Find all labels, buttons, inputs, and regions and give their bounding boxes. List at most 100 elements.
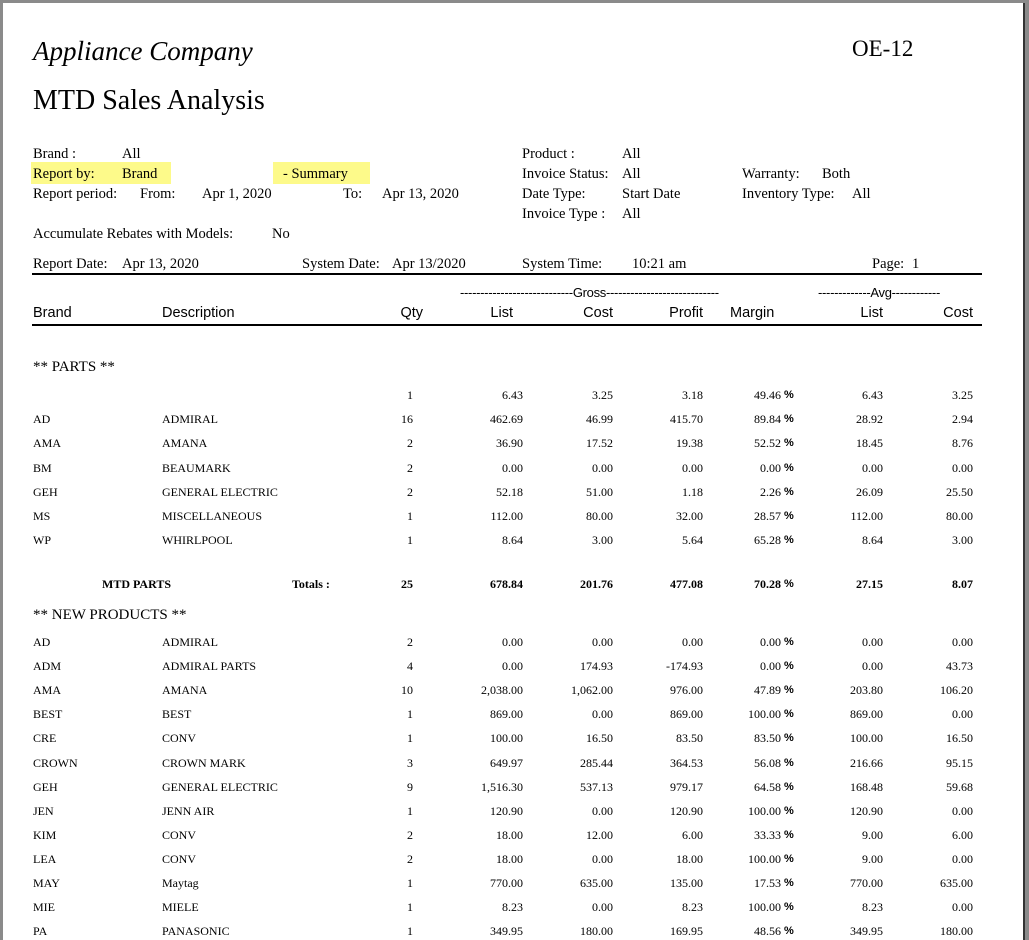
parts-total-list: 678.84: [490, 577, 523, 591]
system-time-value: 10:21 am: [632, 256, 687, 272]
to-value: Apr 13, 2020: [382, 186, 459, 202]
invoice-status-value: All: [622, 166, 641, 182]
row-list: 649.97: [490, 755, 523, 770]
row-description: AMANA: [162, 436, 208, 451]
row-brand: AD: [33, 412, 51, 427]
row-qty: 1: [407, 388, 413, 402]
row-margin-pct: %: [784, 780, 794, 793]
row-list: 18.00: [496, 827, 523, 842]
row-avg-list: 9.00: [862, 827, 883, 842]
brand-label: Brand :: [33, 146, 77, 162]
row-avg-cost: 95.15: [946, 755, 973, 770]
row-cost: 285.44: [580, 755, 613, 770]
report-by-label: Report by:: [33, 166, 95, 182]
row-description: JENN AIR: [162, 803, 215, 818]
row-margin: 100.00: [748, 851, 781, 866]
row-list: 112.00: [490, 509, 523, 523]
row-description: Maytag: [162, 876, 199, 890]
row-list: 8.64: [502, 533, 523, 548]
row-margin: 83.50: [754, 731, 781, 746]
col-avg-list: List: [860, 305, 883, 321]
report-id: OE-12: [852, 36, 914, 61]
row-list: 0.00: [502, 659, 523, 674]
parts-total-margin: 70.28: [754, 577, 781, 591]
row-qty: 1: [407, 924, 413, 939]
row-avg-list: 770.00: [850, 876, 883, 890]
row-brand: BEST: [33, 707, 63, 722]
row-list: 18.00: [496, 851, 523, 866]
row-avg-list: 869.00: [850, 707, 883, 722]
row-avg-list: 8.23: [862, 900, 883, 915]
row-list: 36.90: [496, 436, 523, 451]
row-qty: 2: [407, 436, 413, 451]
row-brand: JEN: [33, 803, 54, 818]
inventory-type-value: All: [852, 186, 871, 202]
row-avg-cost: 0.00: [952, 460, 973, 475]
row-margin: 49.46: [754, 388, 781, 402]
row-avg-cost: 2.94: [952, 412, 973, 427]
row-profit: 19.38: [676, 436, 703, 451]
accumulate-rebates-value: No: [272, 226, 290, 242]
row-margin-pct: %: [784, 925, 794, 938]
row-margin-pct: %: [784, 804, 794, 817]
parts-total-margin-pct: %: [784, 578, 794, 590]
row-description: CONV: [162, 827, 197, 842]
row-brand: ADM: [33, 659, 62, 674]
row-description: GENERAL ELECTRIC: [162, 484, 278, 499]
row-avg-cost: 25.50: [946, 484, 973, 499]
row-list: 52.18: [496, 484, 523, 499]
row-cost: 46.99: [586, 412, 613, 427]
row-qty: 1: [407, 731, 413, 746]
row-avg-cost: 0.00: [952, 707, 973, 722]
row-avg-cost: 106.20: [940, 683, 973, 698]
row-brand: AD: [33, 635, 51, 649]
invoice-type-label: Invoice Type :: [522, 206, 606, 222]
row-cost: 12.00: [586, 827, 613, 842]
row-qty: 1: [407, 803, 413, 818]
row-avg-cost: 0.00: [952, 900, 973, 915]
row-margin-pct: %: [784, 534, 794, 547]
row-qty: 16: [401, 412, 413, 427]
row-margin: 17.53: [754, 876, 781, 890]
row-brand: KIM: [33, 827, 57, 842]
row-list: 8.23: [502, 900, 523, 915]
row-qty: 2: [407, 484, 413, 499]
row-margin: 52.52: [754, 436, 781, 451]
row-profit: 415.70: [670, 412, 703, 427]
row-list: 0.00: [502, 635, 523, 649]
row-cost: 1,062.00: [571, 683, 613, 698]
invoice-status-label: Invoice Status:: [522, 166, 609, 182]
row-profit: 0.00: [682, 635, 703, 649]
company-name: Appliance Company: [33, 36, 253, 66]
row-list: 349.95: [490, 924, 523, 939]
row-margin: 64.58: [754, 779, 781, 794]
row-avg-cost: 0.00: [952, 803, 973, 818]
parts-total-qty: 25: [401, 577, 413, 591]
row-avg-list: 203.80: [850, 683, 883, 698]
row-profit: 135.00: [670, 876, 703, 890]
row-list: 869.00: [490, 707, 523, 722]
row-margin: 65.28: [754, 533, 781, 548]
row-avg-cost: 16.50: [946, 731, 973, 746]
row-brand: CROWN: [33, 755, 78, 770]
row-qty: 2: [407, 851, 413, 866]
row-description: AMANA: [162, 683, 208, 698]
row-qty: 2: [407, 827, 413, 842]
gross-group-header: ----------------------------Gross-------…: [460, 285, 719, 300]
row-description: ADMIRAL PARTS: [162, 659, 257, 674]
row-description: BEAUMARK: [162, 460, 231, 475]
row-list: 2,038.00: [481, 683, 523, 698]
row-avg-cost: 6.00: [952, 827, 973, 842]
row-brand: CRE: [33, 731, 57, 746]
row-avg-list: 28.92: [856, 412, 883, 427]
row-description: ADMIRAL: [162, 635, 218, 649]
row-brand: LEA: [33, 851, 57, 866]
row-margin: 0.00: [760, 635, 781, 649]
accumulate-rebates-label: Accumulate Rebates with Models:: [33, 226, 234, 242]
report-date-value: Apr 13, 2020: [122, 256, 199, 272]
row-margin-pct: %: [784, 636, 794, 648]
product-label: Product :: [522, 146, 575, 162]
row-avg-list: 120.90: [850, 803, 883, 818]
row-avg-cost: 8.76: [952, 436, 973, 451]
row-margin-pct: %: [784, 901, 794, 914]
